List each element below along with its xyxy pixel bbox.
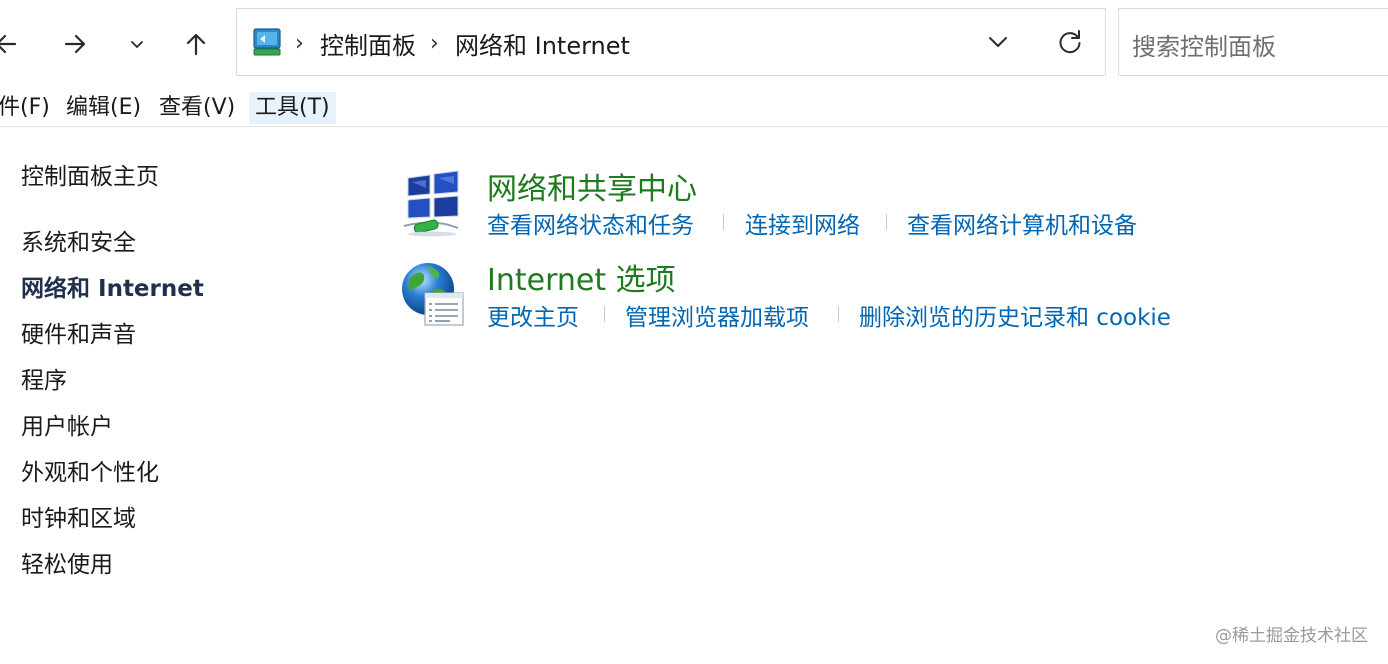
sidebar-item-user-accounts[interactable]: 用户帐户 xyxy=(21,407,113,441)
sidebar-item-system-security[interactable]: 系统和安全 xyxy=(21,223,136,257)
sidebar-item-ease-of-access[interactable]: 轻松使用 xyxy=(21,545,113,579)
sidebar-home-link[interactable]: 控制面板主页 xyxy=(21,157,159,191)
search-box[interactable]: 搜索控制面板 xyxy=(1118,8,1388,76)
arrow-right-icon xyxy=(64,34,86,54)
refresh-icon[interactable] xyxy=(1055,27,1085,57)
internet-options-icon[interactable] xyxy=(398,260,468,330)
breadcrumb-network-internet[interactable]: 网络和 Internet xyxy=(455,26,630,61)
arrow-left-icon xyxy=(0,34,17,54)
breadcrumb-separator: › xyxy=(295,31,304,56)
menu-file[interactable]: 件(F) xyxy=(0,92,50,124)
category-title-network-sharing-center[interactable]: 网络和共享中心 xyxy=(487,164,697,208)
network-sharing-center-icon[interactable] xyxy=(398,170,468,240)
task-view-network-computers[interactable]: 查看网络计算机和设备 xyxy=(907,206,1137,240)
task-connect-to-network[interactable]: 连接到网络 xyxy=(745,206,860,240)
task-separator xyxy=(886,214,887,230)
address-bar[interactable]: › 控制面板 › 网络和 Internet xyxy=(236,8,1106,76)
task-separator xyxy=(723,214,724,230)
sidebar-item-appearance[interactable]: 外观和个性化 xyxy=(21,453,159,487)
breadcrumb-control-panel[interactable]: 控制面板 xyxy=(320,26,416,61)
up-button[interactable] xyxy=(176,22,216,66)
arrow-up-icon xyxy=(186,33,206,56)
task-view-network-status[interactable]: 查看网络状态和任务 xyxy=(487,206,694,240)
back-button[interactable] xyxy=(0,22,26,66)
sidebar-item-clock-region[interactable]: 时钟和区域 xyxy=(21,499,136,533)
control-panel-icon xyxy=(253,28,281,56)
menu-tools[interactable]: 工具(T) xyxy=(249,92,336,124)
task-separator xyxy=(838,306,839,322)
search-input[interactable]: 搜索控制面板 xyxy=(1132,27,1276,62)
sidebar-item-hardware-sound[interactable]: 硬件和声音 xyxy=(21,315,136,349)
sidebar-item-network-internet: 网络和 Internet xyxy=(21,276,204,302)
breadcrumb-separator: › xyxy=(430,31,439,56)
menu-edit[interactable]: 编辑(E) xyxy=(66,92,141,124)
watermark: @稀土掘金技术社区 xyxy=(1215,626,1368,646)
menu-bar: 件(F) 编辑(E) 查看(V) 工具(T) xyxy=(0,88,1388,127)
sidebar-item-programs[interactable]: 程序 xyxy=(21,361,67,395)
chevron-down-icon xyxy=(131,41,143,48)
menu-view[interactable]: 查看(V) xyxy=(159,92,235,124)
forward-button[interactable] xyxy=(55,22,95,66)
task-change-home-page[interactable]: 更改主页 xyxy=(487,298,579,332)
category-title-internet-options[interactable]: Internet 选项 xyxy=(487,255,676,299)
task-manage-browser-addons[interactable]: 管理浏览器加载项 xyxy=(625,298,809,332)
task-delete-browsing-history[interactable]: 删除浏览的历史记录和 cookie xyxy=(859,298,1171,332)
chevron-down-icon[interactable] xyxy=(985,29,1011,55)
recent-locations-button[interactable] xyxy=(117,22,157,66)
task-separator xyxy=(604,306,605,322)
